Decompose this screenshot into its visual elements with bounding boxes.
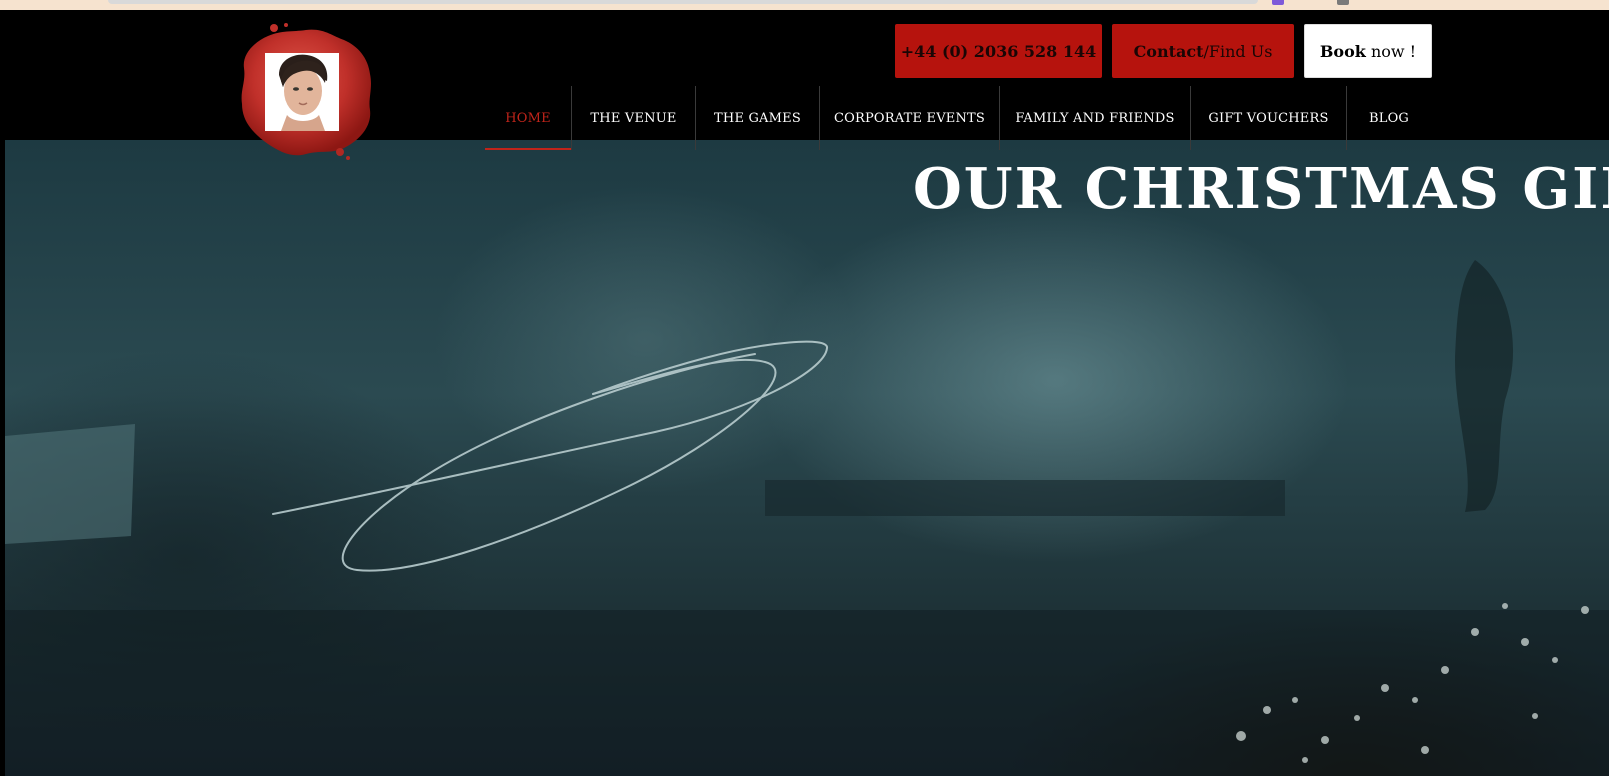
- logo[interactable]: [236, 22, 376, 162]
- nav-item-blog[interactable]: BLOG: [1346, 86, 1431, 150]
- nav-item-label: THE GAMES: [714, 110, 801, 126]
- book-now-button[interactable]: Book now !: [1304, 24, 1432, 78]
- nav-item-label: THE VENUE: [590, 110, 677, 126]
- nav-item-label: HOME: [505, 110, 551, 126]
- hero-title: OUR CHRISTMAS GIFT V: [913, 156, 1609, 222]
- phone-button[interactable]: +44 (0) 2036 528 144: [895, 24, 1102, 78]
- hero-background-art: [5, 260, 1609, 776]
- address-bar-edge[interactable]: [108, 0, 1258, 4]
- nav-item-gift-vouchers[interactable]: GIFT VOUCHERS: [1190, 86, 1346, 150]
- nav-item-corporate-events[interactable]: CORPORATE EVENTS: [819, 86, 999, 150]
- nav-item-the-venue[interactable]: THE VENUE: [571, 86, 695, 150]
- contact-find-us-button[interactable]: Contact/Find Us: [1112, 24, 1294, 78]
- phone-button-label: +44 (0) 2036 528 144: [900, 41, 1097, 61]
- nav-item-label: BLOG: [1368, 110, 1410, 126]
- main-nav: HOME THE VENUE THE GAMES CORPORATE EVENT…: [485, 86, 1431, 150]
- book-label-rest: now !: [1365, 41, 1417, 61]
- portrait-photo: [265, 53, 339, 131]
- nav-item-label: GIFT VOUCHERS: [1208, 110, 1329, 126]
- book-label-strong: Book: [1319, 41, 1366, 61]
- page: +44 (0) 2036 528 144 Contact/Find Us Boo…: [0, 0, 1609, 776]
- nav-item-family-and-friends[interactable]: FAMILY AND FRIENDS: [999, 86, 1190, 150]
- extension-icon[interactable]: [1272, 0, 1284, 5]
- extension-icon[interactable]: [1337, 0, 1349, 5]
- browser-strip: [0, 0, 1609, 10]
- nav-item-home[interactable]: HOME: [485, 86, 571, 150]
- hero-banner: OUR CHRISTMAS GIFT V: [5, 140, 1609, 776]
- contact-label-rest: /Find Us: [1203, 41, 1273, 61]
- nav-item-label: FAMILY AND FRIENDS: [1015, 110, 1175, 126]
- contact-label-strong: Contact: [1133, 41, 1204, 61]
- nav-item-the-games[interactable]: THE GAMES: [695, 86, 819, 150]
- nav-item-label: CORPORATE EVENTS: [833, 110, 986, 126]
